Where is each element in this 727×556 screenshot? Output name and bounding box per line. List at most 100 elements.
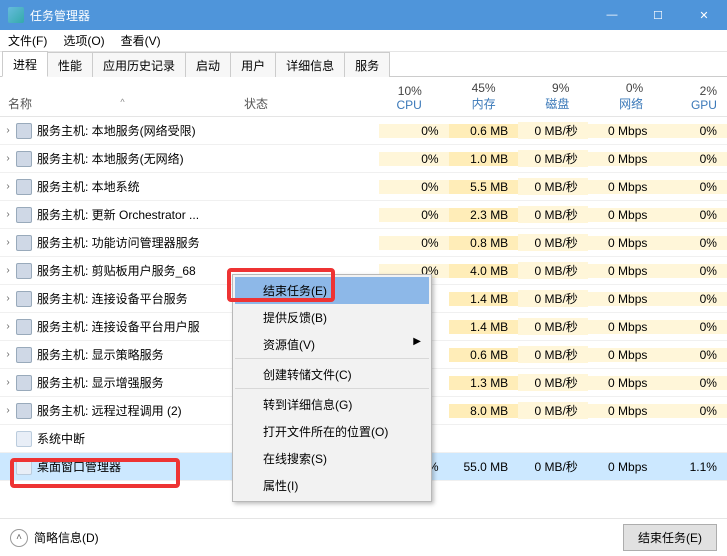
cpu-value: 0% (379, 236, 449, 250)
expand-icon[interactable]: › (0, 237, 16, 248)
tab-5[interactable]: 详细信息 (275, 52, 345, 77)
sort-indicator-icon: ^ (120, 97, 121, 107)
submenu-arrow-icon: ▶ (413, 336, 421, 347)
context-menu-item[interactable]: 创建转储文件(C) (235, 361, 429, 389)
disk-value: 0 MB/秒 (518, 122, 588, 139)
process-icon (16, 319, 32, 335)
disk-value: 0 MB/秒 (518, 346, 588, 363)
network-value: 0 Mbps (588, 376, 658, 390)
process-name: 服务主机: 显示增强服务 (37, 374, 263, 391)
expand-icon[interactable]: › (0, 209, 16, 220)
column-disk[interactable]: 9%磁盘 (506, 79, 580, 114)
expand-icon[interactable]: › (0, 321, 16, 332)
column-name-label: 名称 (8, 97, 32, 111)
network-value: 0 Mbps (588, 320, 658, 334)
memory-value: 0.8 MB (449, 236, 519, 250)
memory-value: 1.3 MB (449, 376, 519, 390)
expand-icon[interactable]: › (0, 293, 16, 304)
expand-icon[interactable]: › (0, 265, 16, 276)
expand-icon[interactable]: › (0, 405, 16, 416)
context-menu-item[interactable]: 打开文件所在的位置(O) (235, 418, 429, 445)
context-menu-item[interactable]: 结束任务(E) (235, 277, 429, 304)
memory-value: 2.3 MB (449, 208, 519, 222)
expand-icon[interactable]: › (0, 181, 16, 192)
column-memory[interactable]: 45%内存 (432, 79, 506, 114)
context-menu-item[interactable]: 提供反馈(B) (235, 304, 429, 331)
disk-value: 0 MB/秒 (518, 206, 588, 223)
cpu-value: 0% (379, 152, 449, 166)
gpu-value: 0% (657, 264, 727, 278)
column-gpu[interactable]: 2%GPU (653, 82, 727, 114)
network-value: 0 Mbps (588, 152, 658, 166)
context-menu-item[interactable]: 资源值(V)▶ (235, 331, 429, 359)
disk-value: 0 MB/秒 (518, 290, 588, 307)
gpu-value: 0% (657, 404, 727, 418)
network-value: 0 Mbps (588, 124, 658, 138)
process-icon (16, 179, 32, 195)
gpu-percent: 2% (700, 84, 717, 98)
disk-value: 0 MB/秒 (518, 178, 588, 195)
process-icon (16, 403, 32, 419)
expand-icon[interactable]: › (0, 377, 16, 388)
process-name: 服务主机: 连接设备平台服务 (37, 290, 263, 307)
memory-value: 55.0 MB (449, 460, 519, 474)
process-icon (16, 235, 32, 251)
context-menu-item[interactable]: 在线搜索(S) (235, 445, 429, 472)
memory-value: 0.6 MB (449, 124, 519, 138)
process-name: 服务主机: 远程过程调用 (2) (37, 402, 263, 419)
process-row[interactable]: ›服务主机: 本地系统0%5.5 MB0 MB/秒0 Mbps0% (0, 173, 727, 201)
process-row[interactable]: › 服务主机: 更新 Orchestrator ... 0% 2.3 MB0 MB/秒… (0, 201, 727, 229)
fewer-details-icon[interactable]: ˄ (10, 529, 28, 547)
gpu-value: 0% (657, 124, 727, 138)
gpu-value: 0% (657, 376, 727, 390)
process-row[interactable]: ›服务主机: 本地服务(网络受限)0%0.6 MB0 MB/秒0 Mbps0% (0, 117, 727, 145)
process-name: 服务主机: 本地系统 (37, 178, 263, 195)
app-icon (8, 7, 24, 23)
network-percent: 0% (626, 81, 643, 95)
process-name: 服务主机: 本地服务(无网络) (37, 150, 263, 167)
cpu-value: 0% (379, 124, 449, 138)
menu-bar: 文件(F) 选项(O) 查看(V) (0, 30, 727, 52)
end-task-button[interactable]: 结束任务(E) (623, 524, 717, 551)
tab-3[interactable]: 启动 (185, 52, 231, 77)
tab-4[interactable]: 用户 (230, 52, 276, 77)
column-cpu[interactable]: 10%CPU (358, 82, 432, 114)
column-status[interactable]: 状态 (242, 93, 358, 114)
maximize-button[interactable]: ☐ (635, 0, 681, 30)
expand-icon[interactable]: › (0, 153, 16, 164)
expand-icon[interactable]: › (0, 349, 16, 360)
memory-value: 8.0 MB (449, 404, 519, 418)
cpu-label: CPU (396, 98, 421, 112)
tab-2[interactable]: 应用历史记录 (92, 52, 186, 77)
menu-view[interactable]: 查看(V) (113, 30, 169, 51)
process-row[interactable]: ›服务主机: 本地服务(无网络)0%1.0 MB0 MB/秒0 Mbps0% (0, 145, 727, 173)
gpu-value: 0% (657, 208, 727, 222)
process-name: 服务主机: 更新 Orchestrator ... (37, 206, 263, 223)
menu-file[interactable]: 文件(F) (0, 30, 55, 51)
close-button[interactable]: ✕ (681, 0, 727, 30)
gpu-value: 0% (657, 236, 727, 250)
tab-6[interactable]: 服务 (344, 52, 390, 77)
tab-0[interactable]: 进程 (2, 51, 48, 77)
process-row[interactable]: ›服务主机: 功能访问管理器服务0%0.8 MB0 MB/秒0 Mbps0% (0, 229, 727, 257)
process-name: 服务主机: 功能访问管理器服务 (37, 234, 263, 251)
memory-label: 内存 (472, 95, 496, 112)
memory-value: 1.0 MB (449, 152, 519, 166)
fewer-details-label[interactable]: 简略信息(D) (34, 529, 99, 546)
process-icon (16, 263, 32, 279)
memory-value: 5.5 MB (449, 180, 519, 194)
disk-value: 0 MB/秒 (518, 402, 588, 419)
memory-value: 1.4 MB (449, 292, 519, 306)
disk-value: 0 MB/秒 (518, 458, 588, 475)
context-menu-item[interactable]: 转到详细信息(G) (235, 391, 429, 418)
column-network[interactable]: 0%网络 (579, 79, 653, 114)
context-menu-item[interactable]: 属性(I) (235, 472, 429, 499)
expand-icon[interactable]: › (0, 125, 16, 136)
menu-options[interactable]: 选项(O) (55, 30, 112, 51)
gpu-value: 0% (657, 320, 727, 334)
tab-1[interactable]: 性能 (47, 52, 93, 77)
minimize-button[interactable]: — (589, 0, 635, 30)
process-name: 系统中断 (37, 430, 263, 447)
cpu-value: 0% (379, 180, 449, 194)
column-name[interactable]: ^ 名称 (0, 93, 242, 114)
